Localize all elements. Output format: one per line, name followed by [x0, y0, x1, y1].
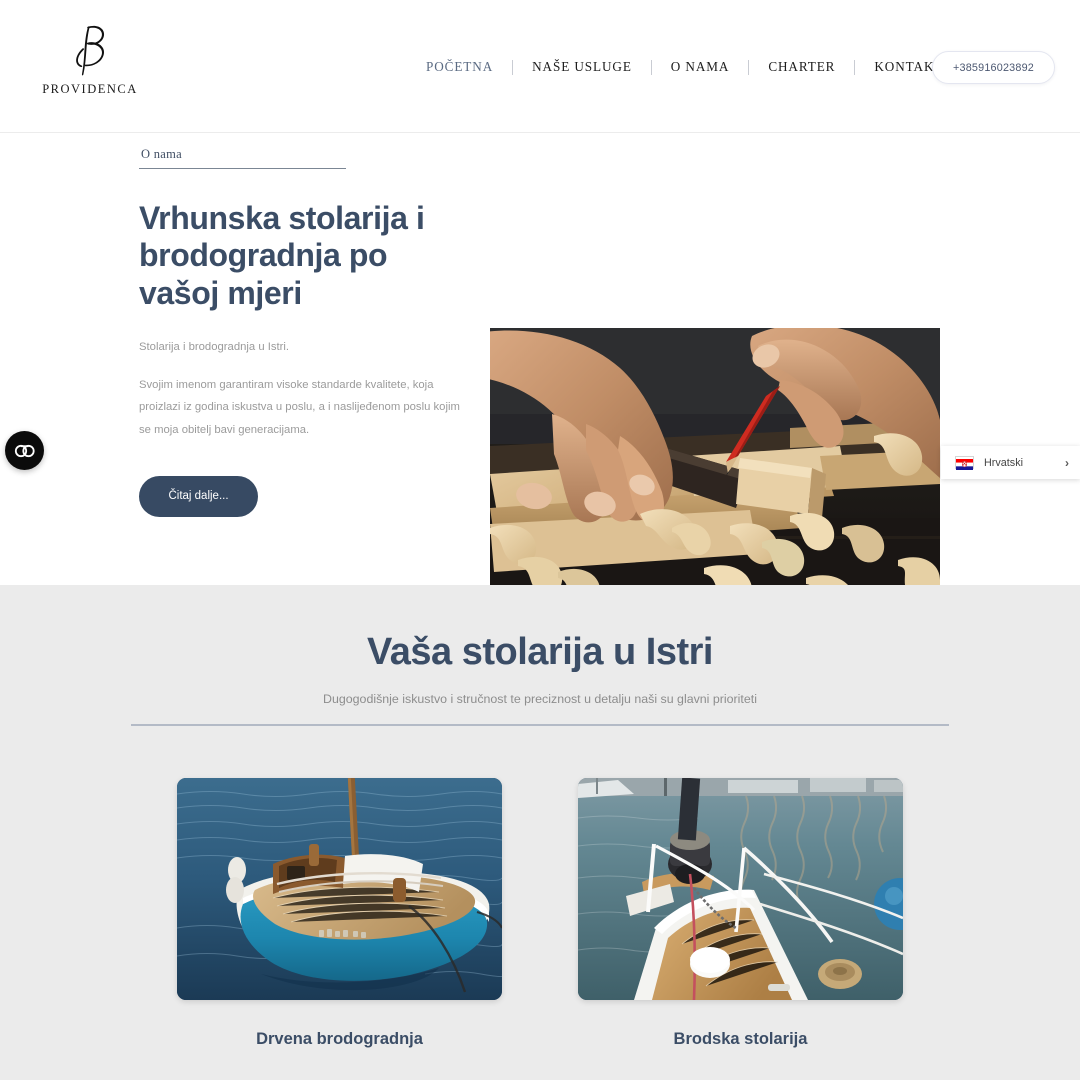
providenca-monogram-icon [42, 24, 138, 78]
nav-separator [748, 59, 750, 75]
service-card-image-drvena-brodogradnja [177, 777, 502, 1000]
nav-item-nase-usluge[interactable]: NAŠE USLUGE [530, 59, 634, 75]
nav-separator [512, 59, 514, 75]
hero-body-paragraph: Svojim imenom garantiram visoke standard… [139, 378, 460, 436]
hero-title: Vrhunska stolarija i brodogradnja po vaš… [139, 200, 425, 311]
read-more-button[interactable]: Čitaj dalje... [139, 475, 258, 517]
nav-separator [854, 59, 856, 75]
services-divider [131, 723, 949, 726]
hero-eyebrow: O nama [141, 147, 183, 161]
hero-section: O nama Vrhunska stolarija i brodogradnja… [0, 133, 1080, 628]
language-label: Hrvatski [984, 456, 1023, 469]
site-header: PROVIDENCA POČETNA NAŠE USLUGE O NAMA CH… [0, 0, 1080, 133]
chevron-right-icon[interactable]: › [1065, 456, 1069, 470]
hero-image [490, 328, 940, 628]
logo-wordmark: PROVIDENCA [42, 82, 138, 96]
service-card-title: Drvena brodogradnja [256, 1029, 423, 1048]
hero-text-column: O nama Vrhunska stolarija i brodogradnja… [139, 145, 469, 517]
nav-item-pocetna[interactable]: POČETNA [424, 59, 495, 75]
main-navigation: POČETNA NAŠE USLUGE O NAMA CHARTER KONTA… [424, 59, 945, 75]
service-card[interactable]: Drvena brodogradnja [177, 777, 502, 1049]
services-title: Vaša stolarija u Istri [367, 631, 713, 673]
nav-item-o-nama[interactable]: O NAMA [669, 59, 732, 75]
service-card[interactable]: Brodska stolarija [578, 777, 903, 1049]
service-card-title: Brodska stolarija [673, 1029, 808, 1048]
accessibility-widget-button[interactable] [5, 431, 44, 470]
services-card-row: Drvena brodogradnja Brodska stolarija [0, 777, 1080, 1049]
hero-lead-paragraph: Stolarija i brodogradnja u Istri. [139, 341, 290, 354]
services-subtitle: Dugogodišnje iskustvo i stručnost te pre… [323, 691, 757, 706]
nav-separator [650, 59, 652, 75]
site-logo[interactable]: PROVIDENCA [42, 24, 138, 97]
language-selector[interactable]: Hrvatski › [941, 446, 1080, 479]
hero-eyebrow-wrap: O nama [139, 145, 346, 169]
phone-button[interactable]: +385916023892 [932, 51, 1055, 84]
service-card-image-brodska-stolarija [578, 777, 903, 1000]
accessibility-widget-icon [14, 444, 35, 457]
services-section: Vaša stolarija u Istri Dugogodišnje isku… [0, 585, 1080, 1080]
nav-item-charter[interactable]: CHARTER [766, 59, 837, 75]
croatia-flag-icon [955, 456, 974, 470]
